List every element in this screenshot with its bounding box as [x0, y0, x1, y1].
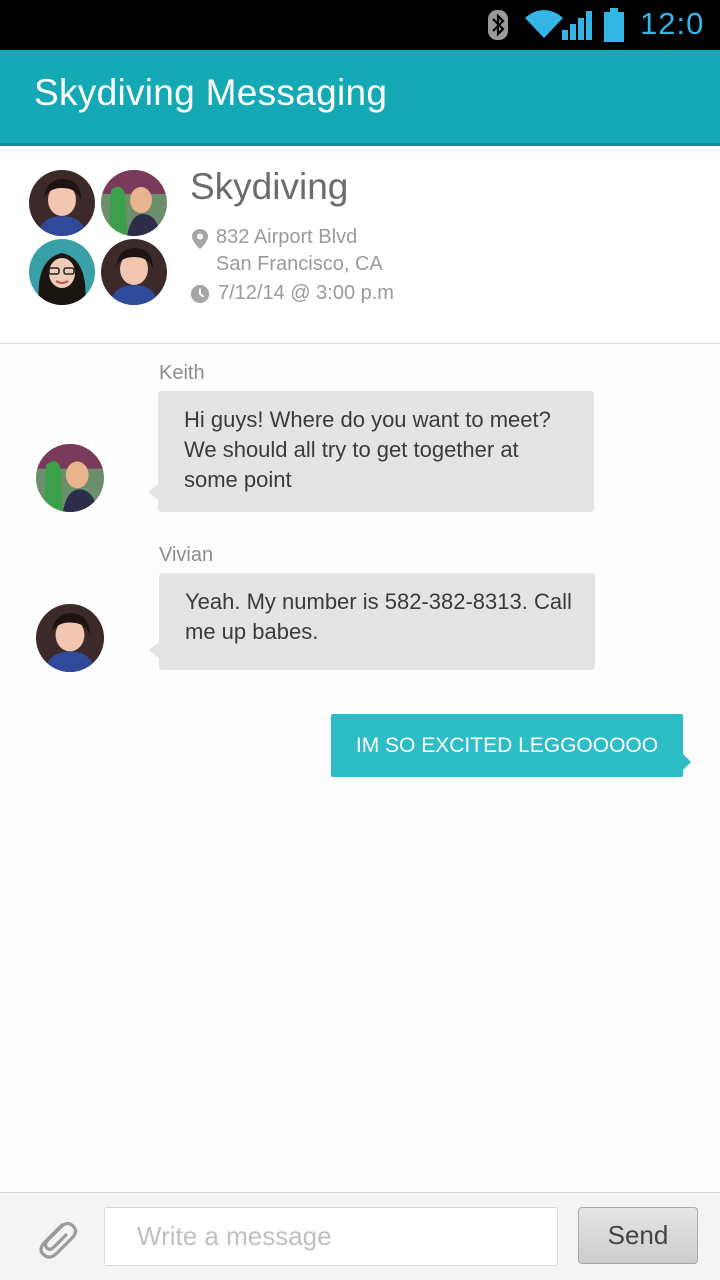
location-pin-icon [192, 229, 208, 249]
bluetooth-icon [488, 10, 508, 40]
send-button[interactable]: Send [578, 1207, 698, 1264]
participant-avatar[interactable] [101, 170, 167, 236]
battery-icon [604, 8, 624, 42]
status-bar: 12:0 [0, 0, 720, 50]
event-location[interactable]: 832 Airport Blvd San Francisco, CA [190, 226, 450, 282]
address-line1: 832 Airport Blvd [216, 226, 358, 248]
message-bubble[interactable]: Yeah. My number is 582-382-8313. Call me… [149, 573, 595, 670]
sender-name: Vivian [159, 544, 214, 566]
status-clock: 12:0 [640, 6, 705, 41]
app-title: Skydiving Messaging [34, 72, 388, 113]
message-text: Hi guys! Where do you want to meet? [184, 407, 551, 432]
wifi-icon [525, 10, 563, 38]
message-composer: Send [0, 1192, 720, 1280]
screen: 12:0 Skydiving Messaging Skydiving 832 A… [0, 0, 720, 1280]
message-text: me up babes. [185, 619, 319, 644]
participant-avatar[interactable] [29, 170, 95, 236]
app-bar: Skydiving Messaging [0, 50, 720, 146]
sender-avatar[interactable] [36, 604, 104, 672]
participant-avatar[interactable] [29, 239, 95, 305]
event-header: Skydiving 832 Airport Blvd San Francisco… [0, 146, 720, 344]
event-datetime: 7/12/14 @ 3:00 p.m [190, 282, 450, 308]
message-input[interactable] [104, 1207, 558, 1266]
address-line2: San Francisco, CA [216, 253, 383, 275]
paperclip-icon[interactable] [32, 1213, 80, 1261]
message-text: We should all try to get together at [184, 437, 519, 462]
clock-icon [190, 284, 210, 304]
message-text: IM SO EXCITED LEGGOOOOO [355, 734, 659, 757]
message-bubble[interactable]: Hi guys! Where do you want to meet? We s… [148, 391, 594, 512]
message-text: Yeah. My number is 582-382-8313. Call [185, 589, 572, 614]
cell-signal-icon [562, 11, 592, 40]
sender-name: Keith [159, 362, 205, 384]
event-datetime-text: 7/12/14 @ 3:00 p.m [218, 282, 394, 304]
outgoing-message-bubble[interactable]: IM SO EXCITED LEGGOOOOO [331, 714, 691, 777]
message-text: some point [184, 467, 292, 492]
participant-avatar[interactable] [101, 239, 167, 305]
event-title: Skydiving [190, 166, 349, 207]
sender-avatar[interactable] [36, 444, 104, 512]
